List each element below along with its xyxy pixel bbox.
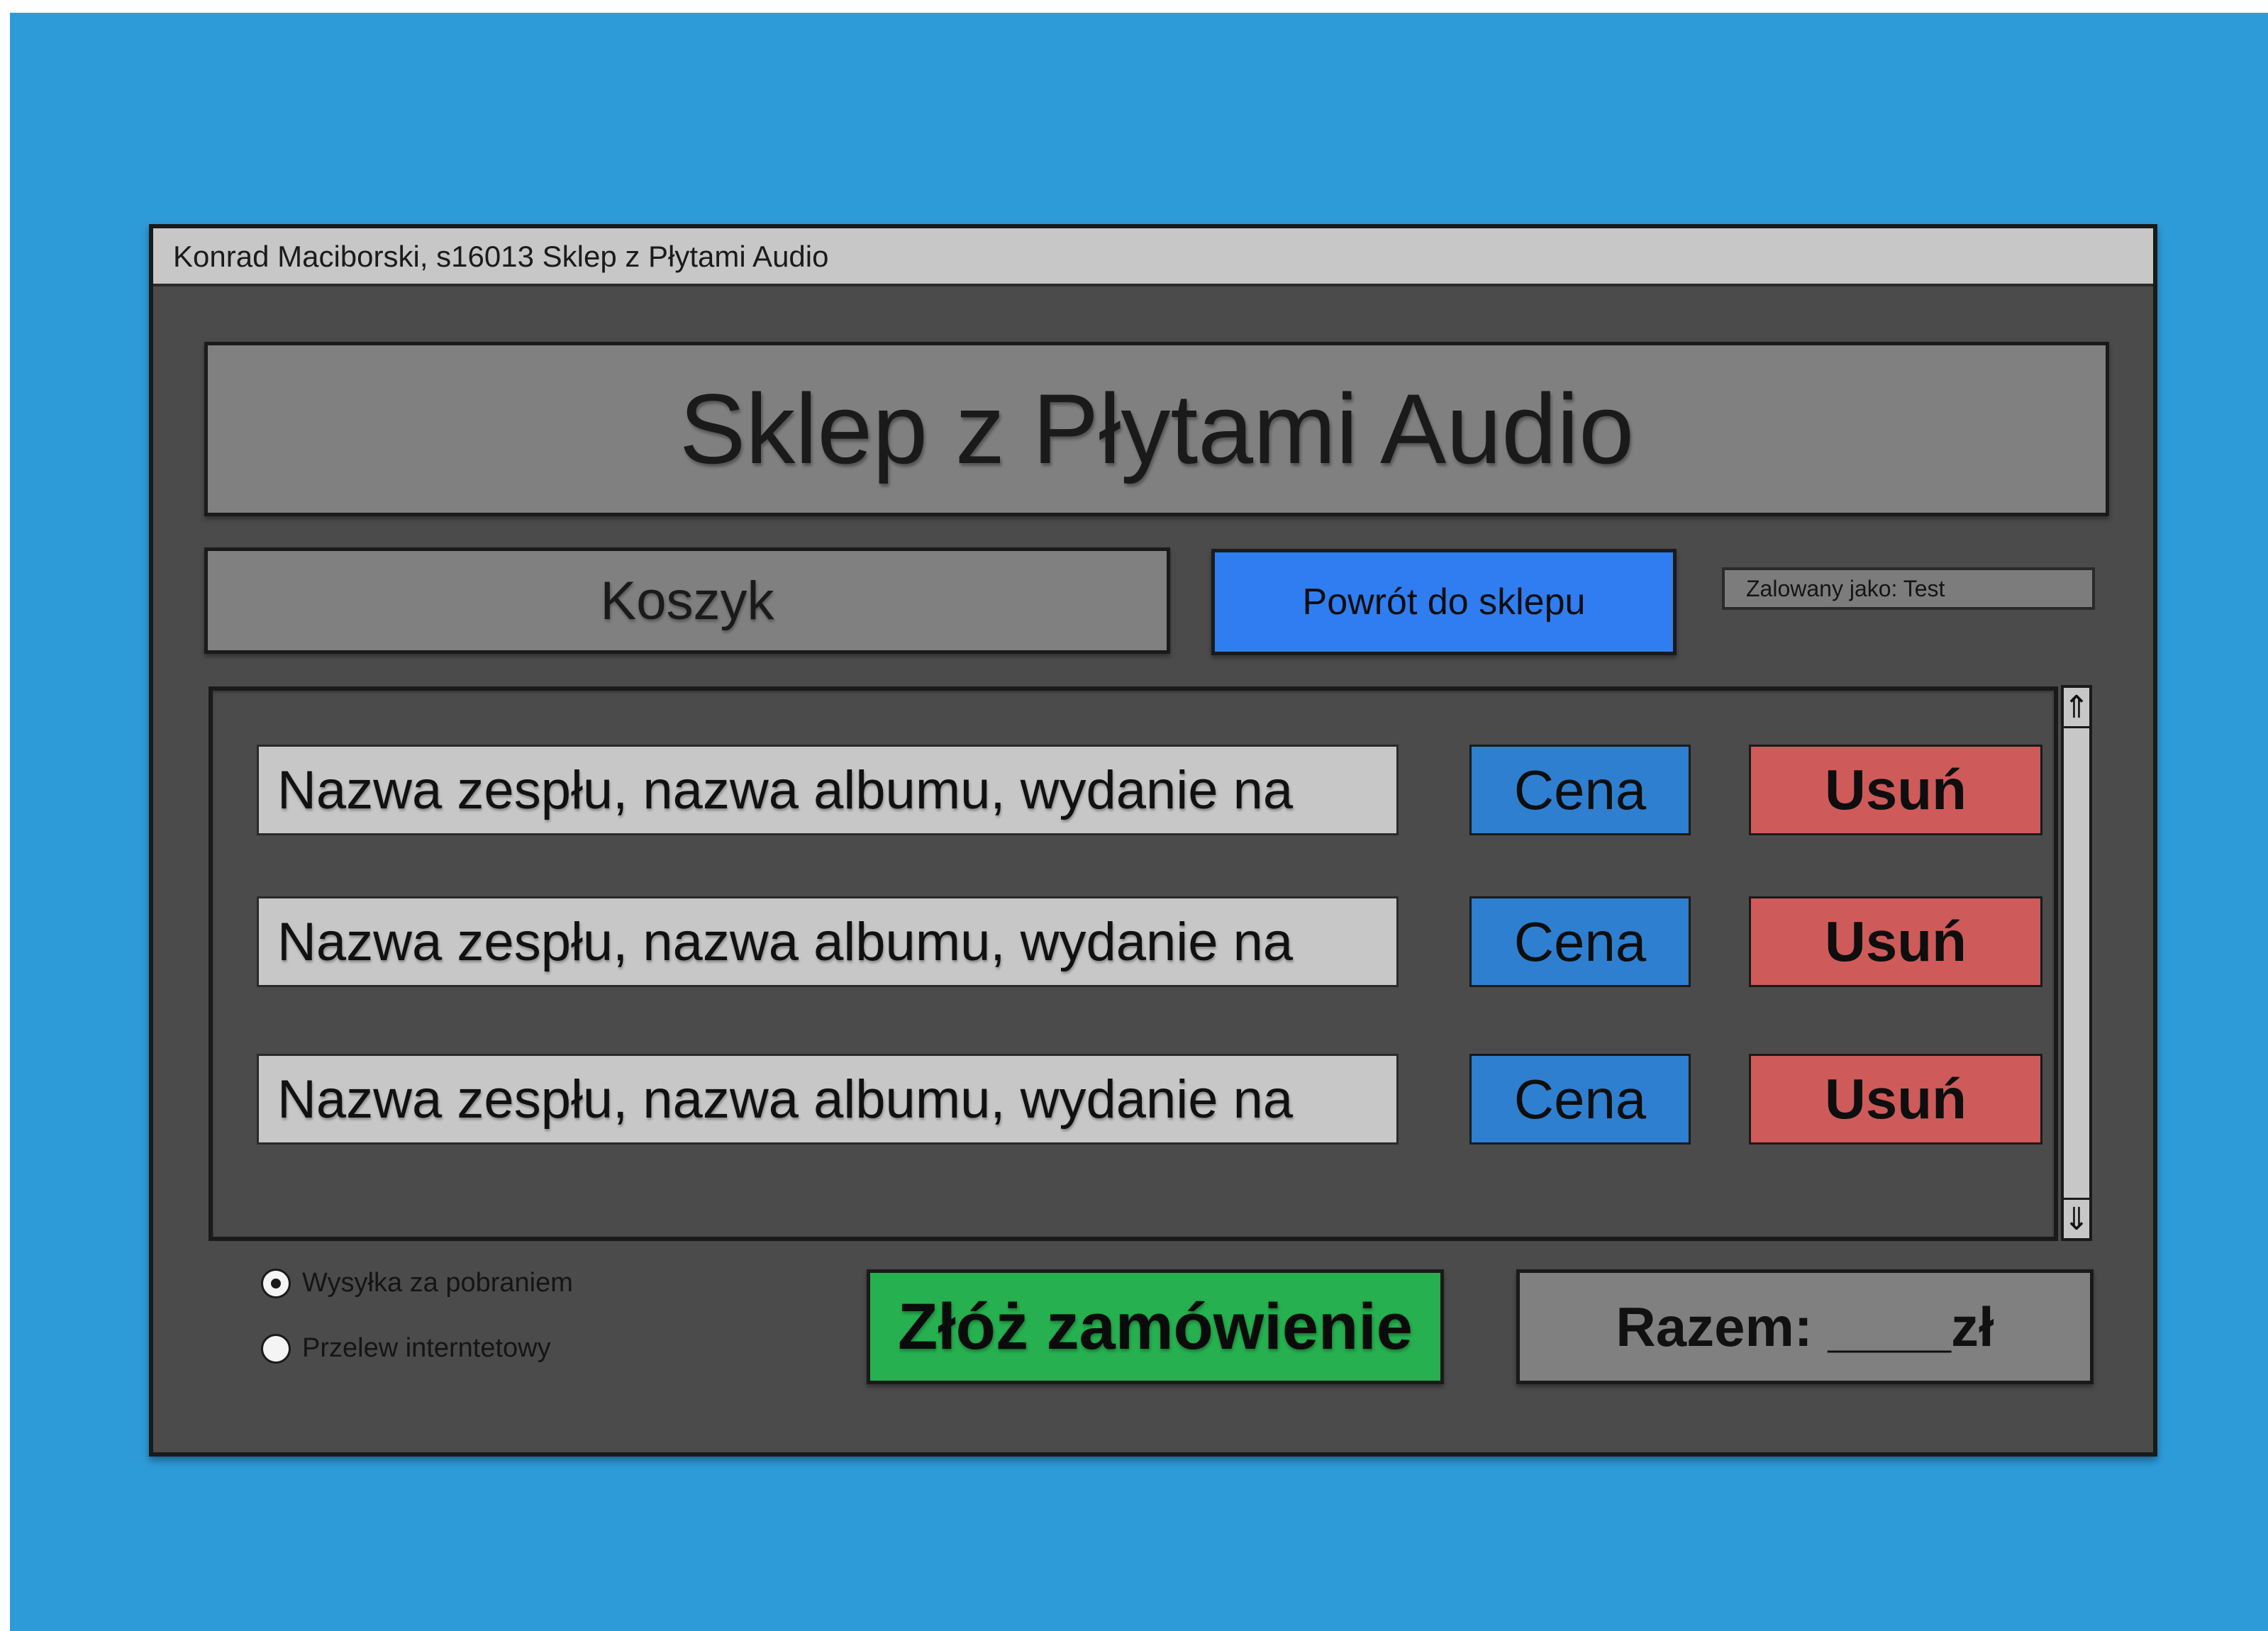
order-total: Razem: ____zł	[1516, 1269, 2094, 1384]
cart-item-remove-button[interactable]: Usuń	[1749, 1054, 2042, 1145]
cart-item-price-button[interactable]: Cena	[1469, 1054, 1691, 1145]
cart-item-row: Nazwa zespłu, nazwa albumu, wydanie na C…	[257, 1054, 2065, 1146]
logged-in-label: Zalowany jako: Test	[1746, 575, 1945, 601]
payment-option-transfer[interactable]: Przelew interntetowy	[261, 1333, 551, 1364]
cart-section-title: Koszyk	[600, 570, 774, 631]
cart-item-price-label: Cena	[1513, 758, 1647, 821]
cart-item-row: Nazwa zespłu, nazwa albumu, wydanie na C…	[257, 896, 2065, 989]
cart-item-name: Nazwa zespłu, nazwa albumu, wydanie na	[257, 745, 1399, 835]
cart-items-list: Nazwa zespłu, nazwa albumu, wydanie na C…	[209, 686, 2058, 1241]
scroll-up-arrow-icon[interactable]: ⇑	[2064, 688, 2089, 728]
radio-button[interactable]	[261, 1333, 291, 1364]
cart-item-remove-button[interactable]: Usuń	[1749, 745, 2042, 835]
cart-scrollbar[interactable]: ⇑ ⇓	[2061, 685, 2092, 1241]
place-order-button[interactable]: Złóż zamówienie	[867, 1269, 1444, 1384]
cart-item-name-text: Nazwa zespłu, nazwa albumu, wydanie na	[277, 1069, 1294, 1130]
place-order-label: Złóż zamówienie	[898, 1290, 1413, 1363]
cart-item-remove-label: Usuń	[1825, 758, 1967, 821]
back-to-shop-label: Powrót do sklepu	[1302, 581, 1586, 623]
order-total-label: Razem: ____zł	[1616, 1295, 1994, 1358]
cart-item-remove-label: Usuń	[1825, 1067, 1967, 1130]
cart-item-name-text: Nazwa zespłu, nazwa albumu, wydanie na	[277, 759, 1294, 820]
back-to-shop-button[interactable]: Powrót do sklepu	[1211, 549, 1677, 655]
payment-option-label: Przelew interntetowy	[302, 1333, 551, 1363]
page-header: Sklep z Płytami Audio	[204, 342, 2109, 516]
logged-in-status: Zalowany jako: Test	[1722, 567, 2095, 610]
cart-item-price-label: Cena	[1513, 910, 1647, 973]
cart-item-name: Nazwa zespłu, nazwa albumu, wydanie na	[257, 1054, 1399, 1145]
cart-item-name: Nazwa zespłu, nazwa albumu, wydanie na	[257, 896, 1399, 987]
title-bar: Konrad Maciborski, s16013 Sklep z Płytam…	[153, 228, 2153, 286]
cart-item-remove-label: Usuń	[1825, 910, 1967, 973]
radio-selected-dot	[271, 1278, 281, 1288]
payment-option-label: Wysyłka za pobraniem	[302, 1268, 573, 1298]
cart-item-name-text: Nazwa zespłu, nazwa albumu, wydanie na	[277, 911, 1294, 972]
radio-button[interactable]	[261, 1268, 291, 1298]
payment-option-cod[interactable]: Wysyłka za pobraniem	[261, 1268, 573, 1298]
cart-item-price-button[interactable]: Cena	[1469, 745, 1691, 835]
cart-item-remove-button[interactable]: Usuń	[1749, 896, 2042, 987]
window-title: Konrad Maciborski, s16013 Sklep z Płytam…	[173, 240, 829, 273]
scroll-down-arrow-icon[interactable]: ⇓	[2064, 1198, 2089, 1238]
app-window: Konrad Maciborski, s16013 Sklep z Płytam…	[149, 224, 2157, 1457]
cart-item-row: Nazwa zespłu, nazwa albumu, wydanie na C…	[257, 745, 2065, 837]
page-title: Sklep z Płytami Audio	[679, 373, 1635, 484]
cart-item-price-button[interactable]: Cena	[1469, 896, 1691, 987]
cart-item-price-label: Cena	[1513, 1067, 1647, 1130]
desktop-background: Konrad Maciborski, s16013 Sklep z Płytam…	[10, 13, 2268, 1631]
cart-section-label: Koszyk	[204, 547, 1170, 654]
